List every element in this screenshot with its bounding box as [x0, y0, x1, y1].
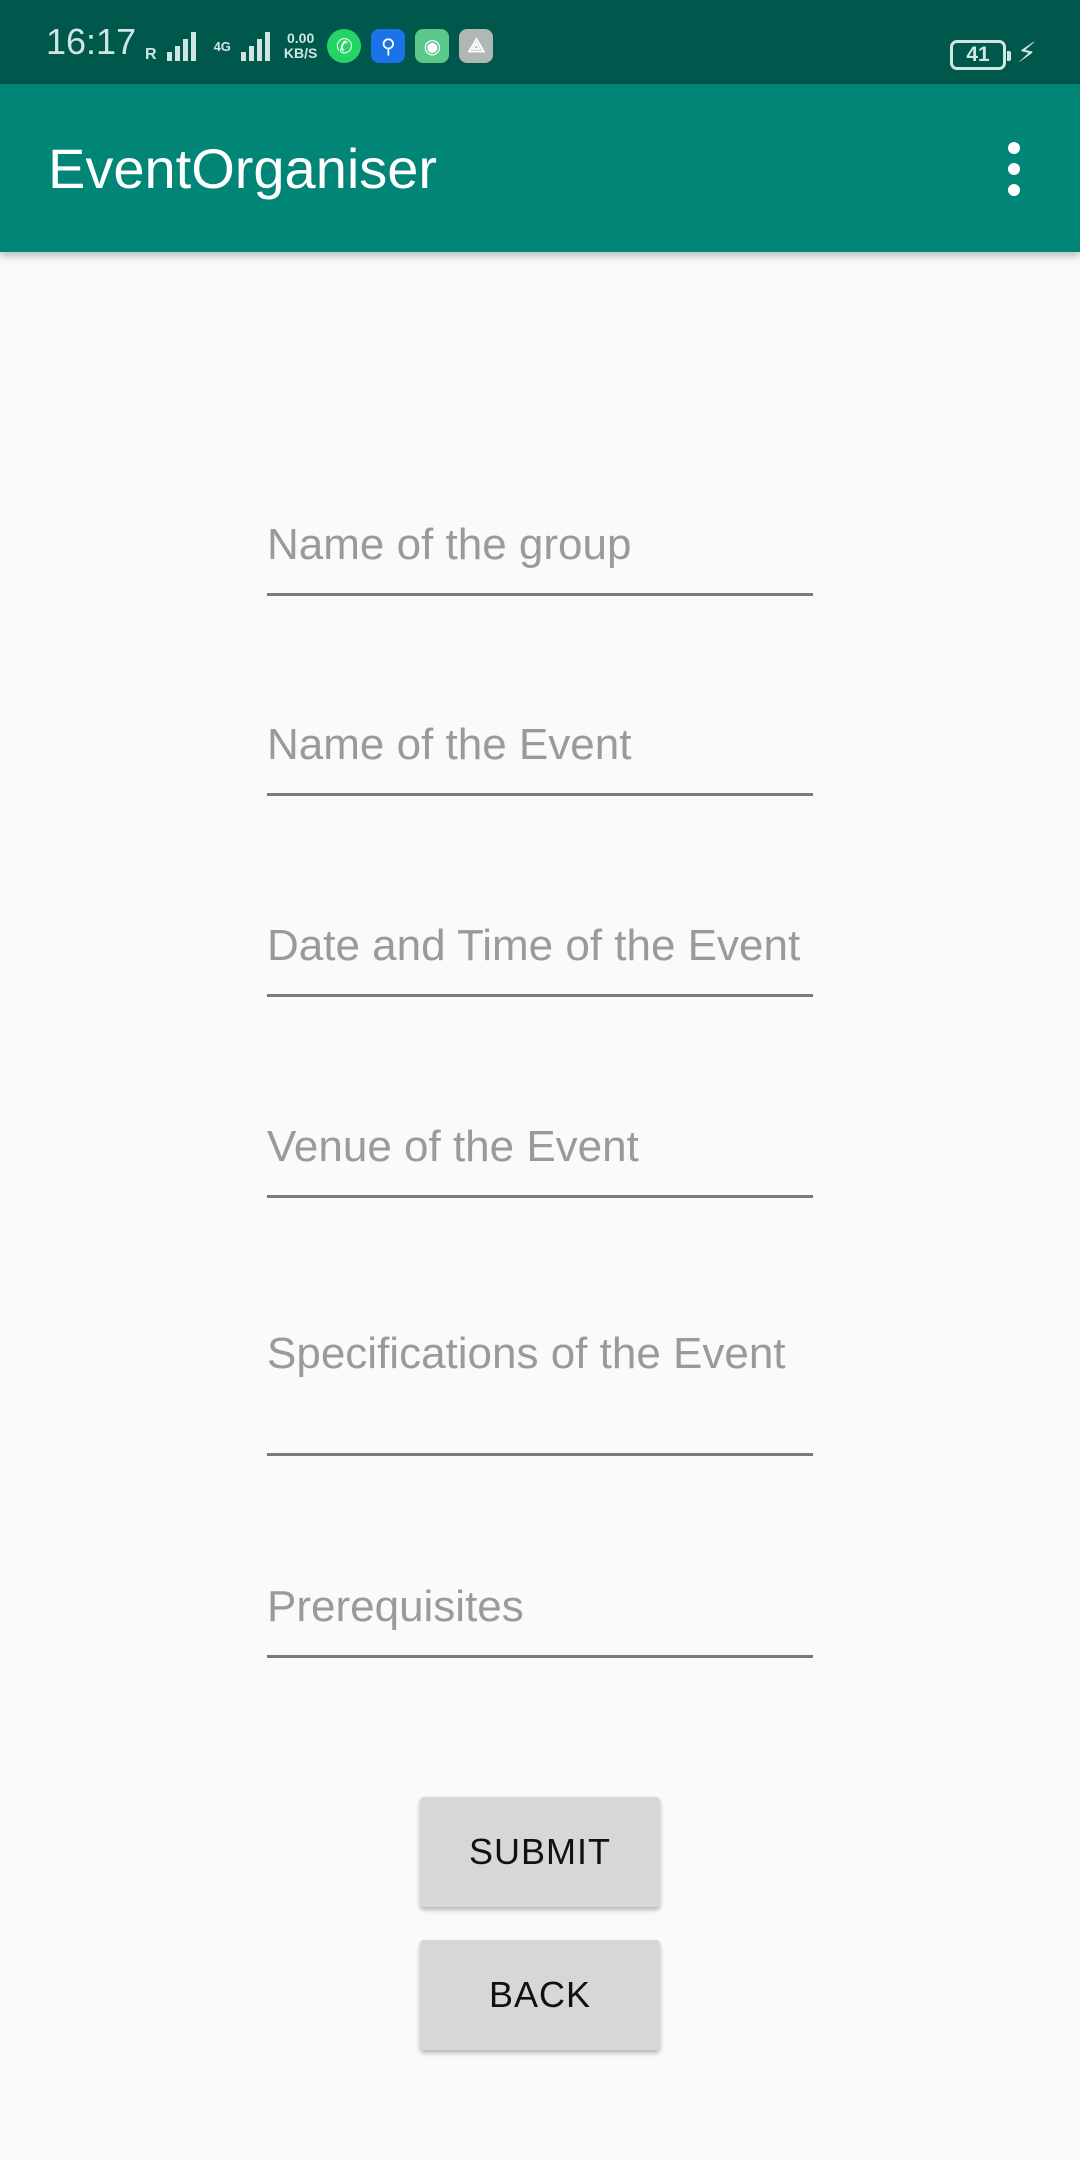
battery-icon: 41: [950, 40, 1011, 70]
whatsapp-icon: ✆: [327, 29, 362, 63]
app-icon: ◉: [415, 29, 450, 63]
event-name-input[interactable]: [267, 720, 813, 770]
usb-icon: ⚲: [371, 29, 406, 63]
overflow-menu-icon[interactable]: [990, 134, 1038, 204]
group-name-field[interactable]: [267, 520, 813, 596]
prerequisites-field[interactable]: [267, 1582, 813, 1658]
event-name-field[interactable]: [267, 720, 813, 796]
battery-level: 41: [966, 43, 990, 66]
signal-icon: [166, 31, 196, 61]
status-bar: 16:17 R 4G 0.00 KB/S ✆ ⚲ ◉ ⟁ 41 ⚡: [0, 0, 1080, 84]
submit-button[interactable]: SUBMIT: [420, 1797, 660, 1907]
network-speed: 0.00 KB/S: [284, 31, 317, 61]
venue-field[interactable]: [267, 1122, 813, 1198]
date-time-field[interactable]: [267, 921, 813, 997]
date-time-input[interactable]: [267, 921, 813, 971]
venue-input[interactable]: [267, 1122, 813, 1172]
app-bar: EventOrganiser: [0, 84, 1080, 252]
signal-icon-2: [240, 31, 270, 61]
specifications-field[interactable]: [267, 1326, 813, 1456]
specifications-input[interactable]: [267, 1326, 813, 1438]
status-icons: R 4G 0.00 KB/S ✆ ⚲ ◉ ⟁: [145, 24, 494, 68]
network-type-label: 4G: [213, 38, 231, 54]
back-button[interactable]: BACK: [420, 1940, 660, 2050]
charging-icon: ⚡: [1017, 37, 1037, 68]
prerequisites-input[interactable]: [267, 1582, 813, 1632]
status-time: 16:17: [46, 21, 137, 62]
share-icon: ⟁: [459, 29, 494, 63]
app-title: EventOrganiser: [48, 137, 438, 200]
speed-value: 0.00: [287, 30, 315, 46]
roaming-label: R: [145, 46, 157, 63]
network-type: 4G: [214, 40, 231, 53]
group-name-input[interactable]: [267, 520, 813, 570]
speed-unit: KB/S: [283, 45, 318, 61]
